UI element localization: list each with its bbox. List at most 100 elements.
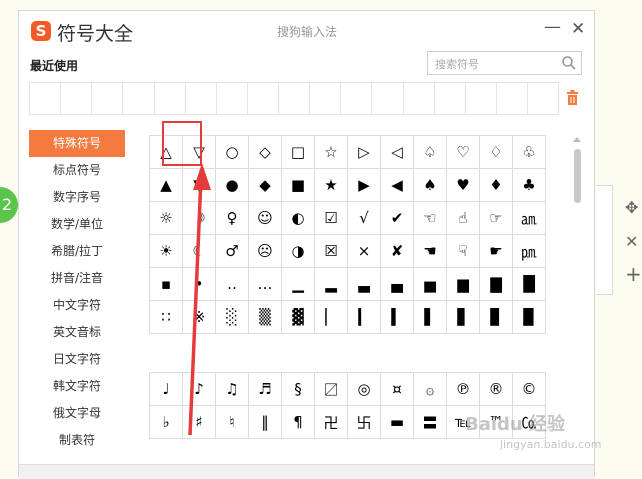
- sidebar-item[interactable]: 中文字符: [29, 292, 125, 319]
- symbol-cell[interactable]: ▬: [380, 405, 414, 439]
- symbol-cell[interactable]: ☒: [314, 234, 348, 268]
- add-icon[interactable]: +: [625, 262, 642, 286]
- symbol-cell[interactable]: ◇: [248, 135, 282, 169]
- symbol-cell[interactable]: ▲: [149, 168, 183, 202]
- symbol-cell[interactable]: ¤: [380, 372, 414, 406]
- symbol-cell[interactable]: ♦: [479, 168, 513, 202]
- recent-cell[interactable]: [279, 83, 311, 114]
- symbol-cell[interactable]: ☆: [314, 135, 348, 169]
- symbol-cell[interactable]: ░: [215, 300, 249, 334]
- symbol-cell[interactable]: ¶: [281, 405, 315, 439]
- symbol-cell[interactable]: ☀: [149, 234, 183, 268]
- symbol-cell[interactable]: ℗: [446, 372, 480, 406]
- symbol-cell[interactable]: ♂: [215, 234, 249, 268]
- symbol-cell[interactable]: ♬: [248, 372, 282, 406]
- recent-cell[interactable]: [61, 83, 93, 114]
- symbol-cell[interactable]: ®: [479, 372, 513, 406]
- symbol-cell[interactable]: ◆: [248, 168, 282, 202]
- recent-cell[interactable]: [341, 83, 373, 114]
- symbol-cell[interactable]: ✘: [380, 234, 414, 268]
- minimize-button[interactable]: —: [544, 17, 561, 37]
- symbol-cell[interactable]: ☝: [446, 201, 480, 235]
- symbol-cell[interactable]: ◑: [281, 234, 315, 268]
- symbol-cell[interactable]: ♩: [149, 372, 183, 406]
- symbol-cell[interactable]: ×: [347, 234, 381, 268]
- recent-cell[interactable]: [404, 83, 435, 114]
- symbol-cell[interactable]: ▒: [248, 300, 282, 334]
- recent-cell[interactable]: [30, 83, 62, 114]
- symbol-cell[interactable]: ▊: [479, 300, 513, 334]
- search-icon[interactable]: [561, 55, 577, 71]
- recent-cell[interactable]: [248, 83, 279, 114]
- symbol-cell[interactable]: ☾: [182, 234, 216, 268]
- symbol-cell[interactable]: ▪: [149, 267, 183, 301]
- recent-cell[interactable]: [466, 83, 497, 114]
- symbol-cell[interactable]: ♭: [149, 405, 183, 439]
- recent-cell[interactable]: [217, 83, 248, 114]
- symbol-cell[interactable]: ○: [215, 135, 249, 169]
- recent-cell[interactable]: [497, 83, 528, 114]
- symbol-cell[interactable]: •: [182, 267, 216, 301]
- symbol-cell[interactable]: ♯: [182, 405, 216, 439]
- symbol-cell[interactable]: 〓: [413, 405, 447, 439]
- sidebar-item[interactable]: 俄文字母: [29, 400, 125, 427]
- symbol-cell[interactable]: ■: [281, 168, 315, 202]
- recent-cell[interactable]: [435, 83, 466, 114]
- sidebar-item[interactable]: 数学/单位: [29, 211, 125, 238]
- symbol-cell[interactable]: ☹: [248, 234, 282, 268]
- symbol-cell[interactable]: ▅: [413, 267, 447, 301]
- symbol-cell[interactable]: 卐: [347, 405, 381, 439]
- symbol-cell[interactable]: ▼: [182, 168, 216, 202]
- sidebar-item[interactable]: 英文音标: [29, 319, 125, 346]
- symbol-cell[interactable]: ▷: [347, 135, 381, 169]
- symbol-cell[interactable]: ♠: [413, 168, 447, 202]
- symbol-cell[interactable]: ㏘: [512, 234, 546, 268]
- recent-cell[interactable]: [186, 83, 217, 114]
- sidebar-item[interactable]: 制表符: [29, 427, 125, 454]
- symbol-cell[interactable]: ㏂: [512, 201, 546, 235]
- symbol-cell[interactable]: ♀: [215, 201, 249, 235]
- symbol-cell[interactable]: ♢: [479, 135, 513, 169]
- symbol-cell[interactable]: ▃: [347, 267, 381, 301]
- close-button[interactable]: ✕: [571, 19, 585, 39]
- sidebar-item[interactable]: 特殊符号: [29, 130, 125, 157]
- symbol-cell[interactable]: ▏: [314, 300, 348, 334]
- recent-cell[interactable]: [92, 83, 124, 114]
- scrollbar[interactable]: [572, 137, 582, 462]
- recent-cell[interactable]: [123, 83, 155, 114]
- symbol-cell[interactable]: ♤: [413, 135, 447, 169]
- symbol-cell[interactable]: 〼: [314, 372, 348, 406]
- symbol-cell[interactable]: ☑: [314, 201, 348, 235]
- symbol-cell[interactable]: §: [281, 372, 315, 406]
- symbol-cell[interactable]: ▁: [281, 267, 315, 301]
- recent-cell[interactable]: [528, 83, 558, 114]
- recent-cell[interactable]: [372, 83, 404, 114]
- sidebar-item[interactable]: 韩文字符: [29, 373, 125, 400]
- symbol-cell[interactable]: ♣: [512, 168, 546, 202]
- symbol-cell[interactable]: █: [512, 267, 546, 301]
- symbol-cell[interactable]: ©: [512, 372, 546, 406]
- sidebar-item[interactable]: 标点符号: [29, 157, 125, 184]
- symbol-cell[interactable]: ★: [314, 168, 348, 202]
- symbol-cell[interactable]: ♫: [215, 372, 249, 406]
- symbol-cell[interactable]: ☺: [248, 201, 282, 235]
- sidebar-item[interactable]: 拼音/注音: [29, 265, 125, 292]
- symbol-cell[interactable]: ☛: [479, 234, 513, 268]
- symbol-cell[interactable]: ▶: [347, 168, 381, 202]
- sidebar-item[interactable]: 日文字符: [29, 346, 125, 373]
- symbol-cell[interactable]: ▎: [347, 300, 381, 334]
- search-input[interactable]: 搜索符号: [427, 51, 582, 75]
- sidebar-item[interactable]: 数字序号: [29, 184, 125, 211]
- symbol-cell[interactable]: ◐: [281, 201, 315, 235]
- symbol-cell[interactable]: ▄: [380, 267, 414, 301]
- symbol-cell[interactable]: ▆: [446, 267, 480, 301]
- symbol-cell[interactable]: 卍: [314, 405, 348, 439]
- symbol-cell[interactable]: ∷: [149, 300, 183, 334]
- trash-icon[interactable]: [566, 90, 579, 105]
- symbol-cell[interactable]: ▇: [479, 267, 513, 301]
- symbol-cell[interactable]: ۞: [413, 372, 447, 406]
- symbol-cell[interactable]: ‥: [215, 267, 249, 301]
- move-icon[interactable]: ✥: [625, 198, 638, 217]
- symbol-cell[interactable]: ☼: [149, 201, 183, 235]
- symbol-cell[interactable]: □: [281, 135, 315, 169]
